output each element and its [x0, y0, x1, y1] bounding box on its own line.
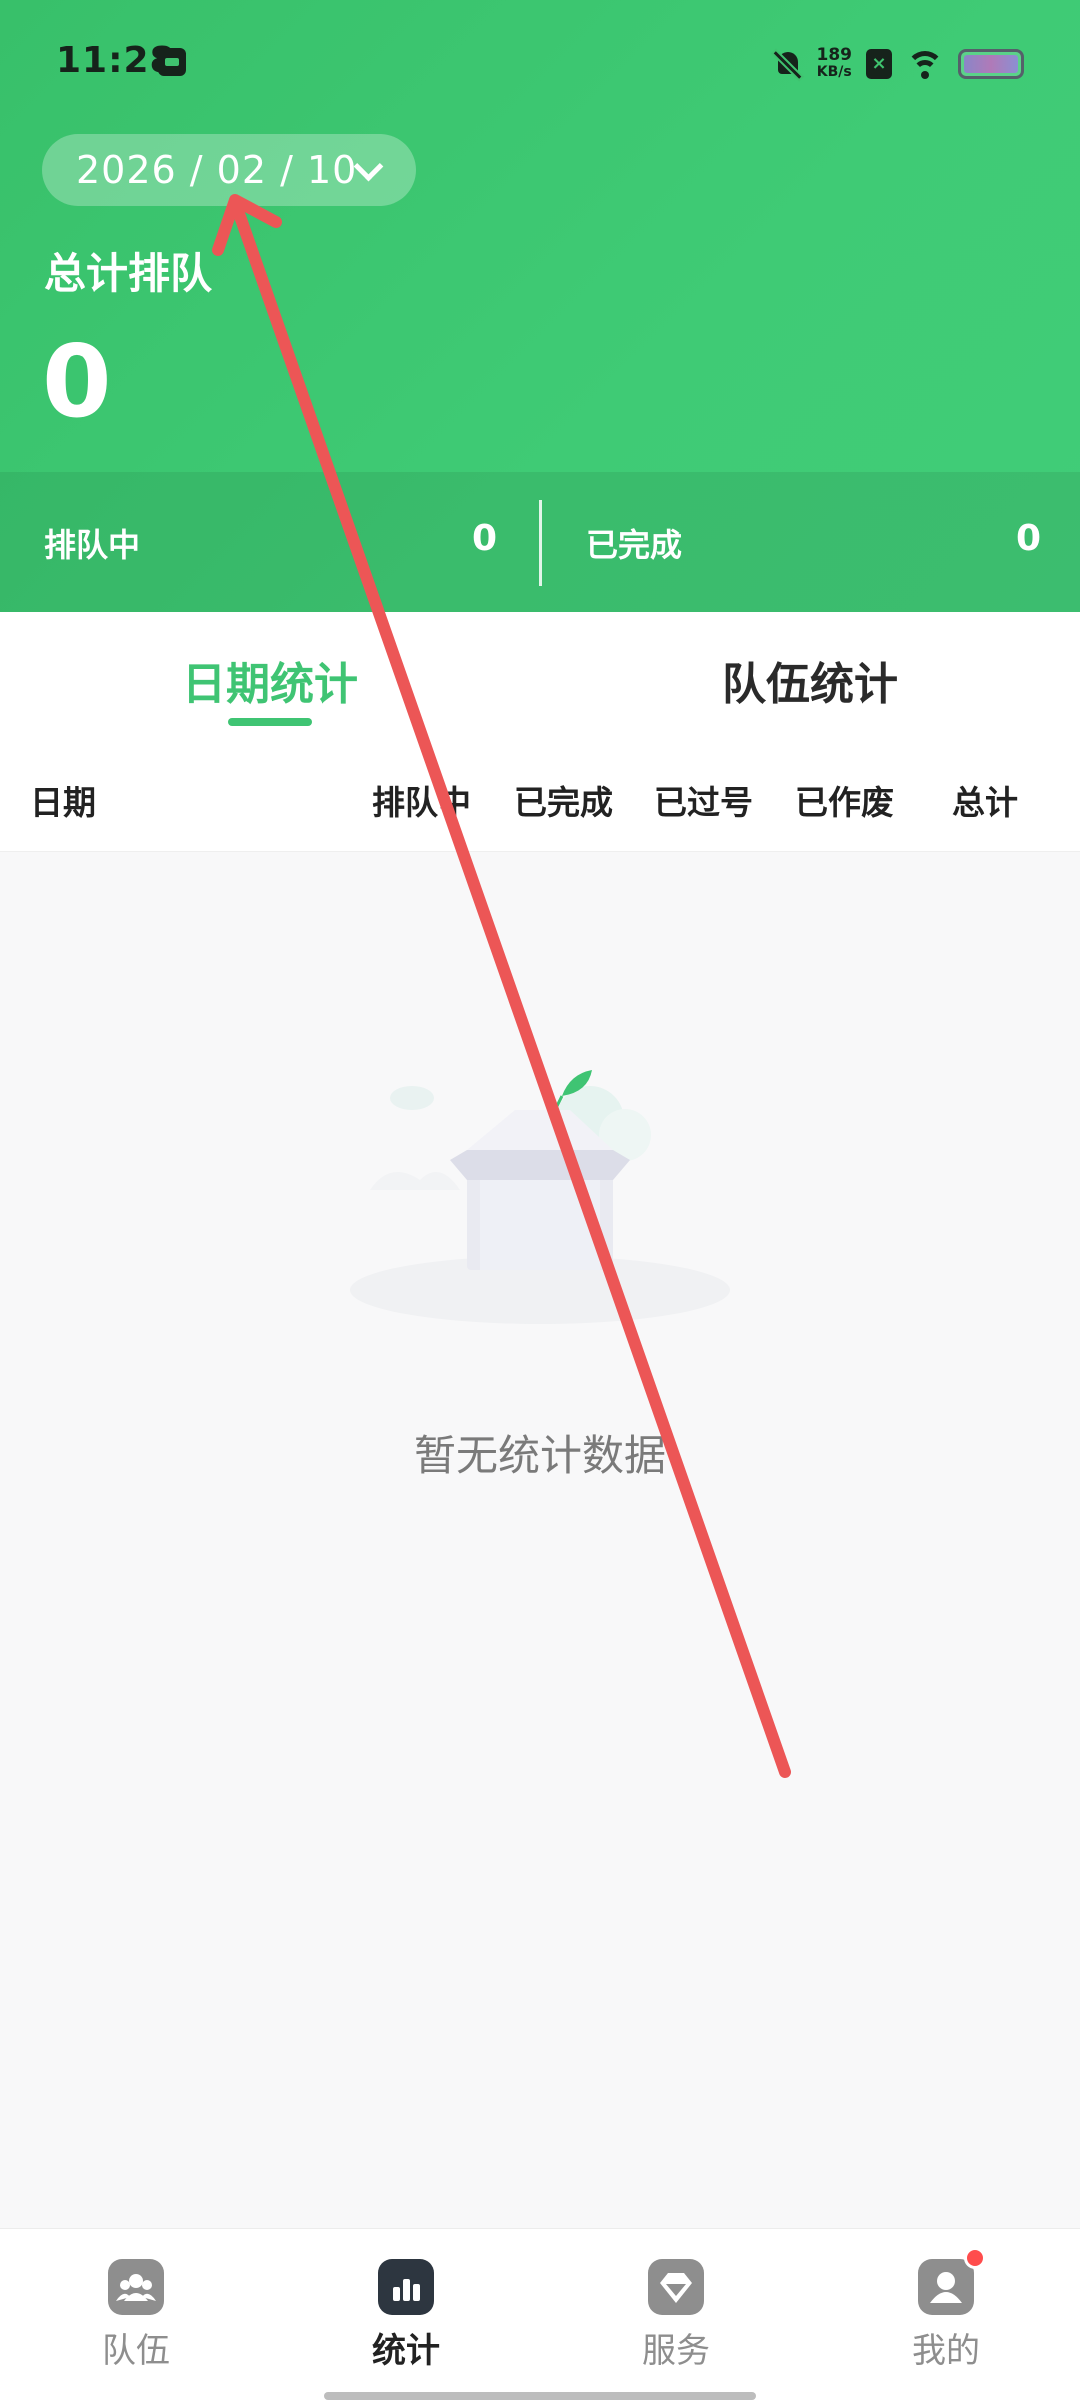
chevron-down-icon — [352, 154, 382, 184]
network-speed: 189 KB/s — [817, 47, 853, 81]
wifi-icon — [906, 49, 944, 79]
bottom-nav: 队伍 统计 服务 我的 — [0, 2228, 1080, 2408]
header: 11:28 189 KB/s × 2026 / 02 / 10 总计排队 0 排… — [0, 0, 1080, 612]
summary-divider — [539, 500, 542, 586]
tab-date-stats[interactable]: 日期统计 — [0, 648, 540, 712]
chart-icon — [378, 2259, 434, 2315]
empty-box-icon — [350, 1070, 730, 1324]
nav-label-team: 队伍 — [102, 2331, 170, 2371]
table-header: 日期 排队中 已完成 已过号 已作废 总计 — [0, 742, 1080, 852]
speed-unit: KB/s — [816, 64, 852, 80]
column-header-completed: 已完成 — [514, 783, 613, 822]
column-header-total: 总计 — [952, 783, 1018, 822]
battery-icon — [958, 49, 1024, 79]
column-header-queuing: 排队中 — [372, 783, 471, 822]
status-bar: 11:28 189 KB/s × — [0, 0, 1080, 126]
nav-item-stats[interactable]: 统计 — [306, 2259, 506, 2372]
stats-tabs: 日期统计 队伍统计 — [0, 612, 1080, 742]
team-icon — [108, 2259, 164, 2315]
nav-item-service[interactable]: 服务 — [576, 2259, 776, 2372]
date-picker-button[interactable]: 2026 / 02 / 10 — [42, 134, 416, 206]
sim-icon: × — [866, 49, 892, 79]
queuing-label: 排队中 — [44, 526, 141, 564]
nav-label-profile: 我的 — [912, 2331, 980, 2371]
queuing-value: 0 — [472, 518, 498, 559]
summary-band: 排队中 0 已完成 0 — [0, 472, 1080, 612]
total-queue-title: 总计排队 — [44, 249, 213, 298]
nav-label-stats: 统计 — [372, 2331, 440, 2371]
tab-team-stats[interactable]: 队伍统计 — [540, 648, 1080, 712]
total-queue-value: 0 — [42, 323, 112, 440]
mute-icon — [773, 49, 803, 79]
tab-active-indicator — [228, 718, 312, 726]
nav-item-profile[interactable]: 我的 — [846, 2247, 1046, 2372]
notification-badge — [964, 2247, 986, 2269]
home-indicator[interactable] — [324, 2392, 756, 2400]
nav-label-service: 服务 — [642, 2331, 710, 2371]
column-header-passed: 已过号 — [654, 783, 753, 822]
completed-value: 0 — [1016, 518, 1042, 559]
completed-label: 已完成 — [586, 526, 683, 564]
diamond-icon — [648, 2259, 704, 2315]
nav-item-team[interactable]: 队伍 — [36, 2259, 236, 2372]
column-header-date: 日期 — [30, 783, 96, 822]
date-value: 2026 / 02 / 10 — [76, 148, 358, 192]
speed-value: 189 — [816, 45, 853, 65]
column-header-voided: 已作废 — [795, 783, 894, 822]
profile-icon — [918, 2247, 986, 2315]
status-icons: 189 KB/s × — [773, 42, 1024, 86]
app-notification-icon — [158, 48, 186, 76]
empty-state-text: 暂无统计数据 — [413, 1431, 666, 1480]
